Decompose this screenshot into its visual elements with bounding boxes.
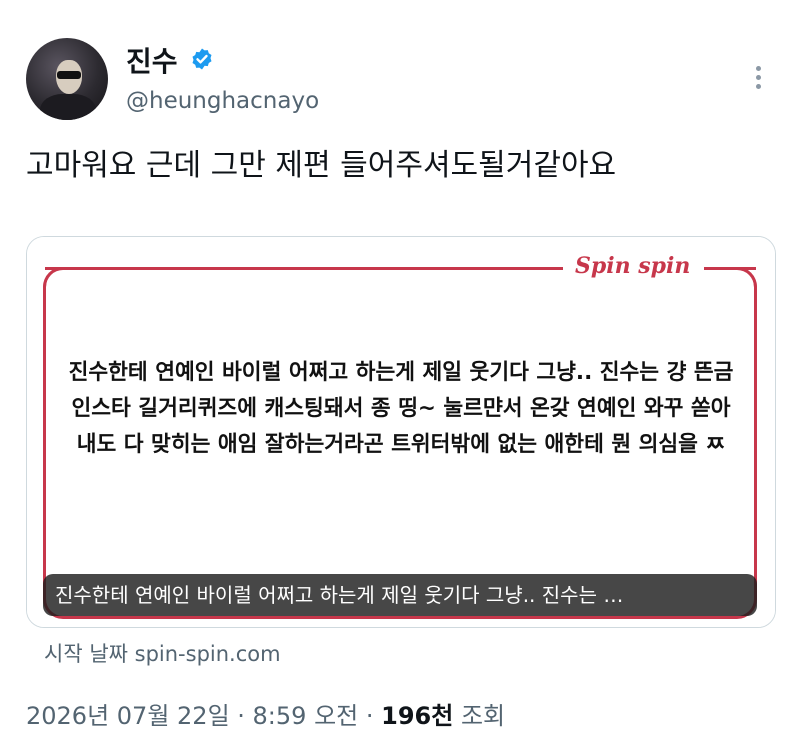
card-frame-corner	[733, 267, 757, 291]
card-caption: 진수한테 연예인 바이럴 어쩌고 하는게 제일 웃기다 그냥.. 진수는 …	[43, 574, 757, 616]
more-options-icon[interactable]	[744, 62, 772, 96]
card-frame-line	[704, 267, 756, 270]
timestamp[interactable]: 2026년 07월 22일 · 8:59 오전 ·	[26, 702, 381, 730]
views-label: 조회	[453, 702, 506, 730]
card-image: Spin spin 진수한테 연예인 바이럴 어쩌고 하는게 제일 웃기다 그냥…	[27, 237, 775, 627]
avatar-body	[40, 94, 96, 120]
user-handle[interactable]: @heunghacnayo	[126, 88, 319, 114]
user-avatar[interactable]	[26, 38, 108, 120]
display-name[interactable]: 진수	[126, 40, 178, 80]
card-frame-line	[45, 267, 563, 270]
card-frame-corner	[43, 267, 67, 291]
avatar-glasses	[57, 71, 81, 79]
verified-badge-icon	[192, 48, 212, 70]
link-card[interactable]: Spin spin 진수한테 연예인 바이럴 어쩌고 하는게 제일 웃기다 그냥…	[26, 236, 776, 628]
card-source-link[interactable]: 시작 날짜 spin-spin.com	[44, 638, 281, 668]
views-count: 196천	[381, 702, 454, 730]
card-body-text: 진수한테 연예인 바이럴 어쩌고 하는게 제일 웃기다 그냥.. 진수는 걍 뜬…	[68, 360, 734, 457]
spinspin-logo: Spin spin	[575, 253, 691, 279]
tweet-text: 고마워요 근데 그만 제편 들어주셔도될거같아요	[26, 148, 617, 183]
tweet-meta: 2026년 07월 22일 · 8:59 오전 · 196천 조회	[26, 696, 505, 731]
